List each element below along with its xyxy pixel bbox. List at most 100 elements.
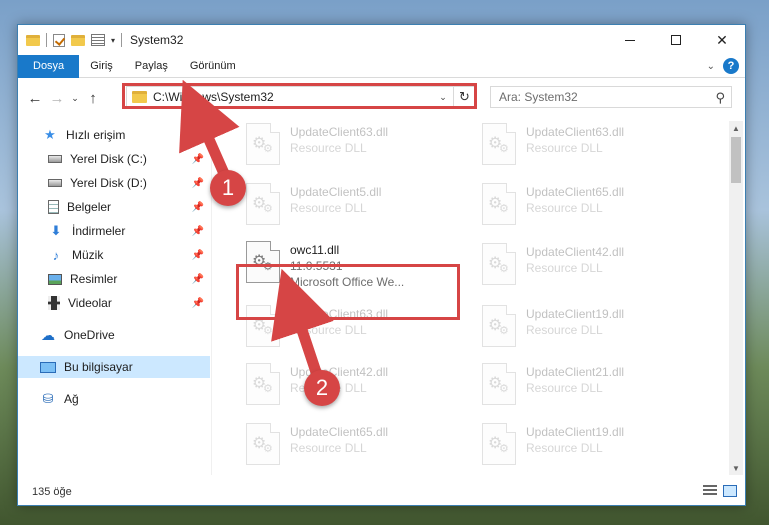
sidebar-item-pictures[interactable]: Resimler 📌 [18,268,210,290]
sidebar-item-label: Hızlı erişim [66,128,126,142]
file-item[interactable]: ⚙ ⚙ UpdateClient63.dll Resource DLL [476,123,701,171]
forward-button[interactable]: → [46,87,68,109]
sidebar-item-label: OneDrive [64,328,115,342]
file-type: Resource DLL [526,261,603,275]
tab-share[interactable]: Paylaş [124,55,179,78]
pin-icon[interactable]: 📌 [192,226,204,237]
sidebar-item-this-pc[interactable]: Bu bilgisayar [18,356,210,378]
dll-file-icon: ⚙ ⚙ [482,423,516,465]
file-item[interactable]: ⚙ ⚙ UpdateClient19.dll Resource DLL [476,423,701,471]
vertical-scrollbar[interactable]: ▲ ▼ [729,121,743,475]
dll-file-icon: ⚙ ⚙ [246,423,280,465]
details-view-icon[interactable] [703,485,717,497]
sidebar-item-documents[interactable]: Belgeler 📌 [18,196,210,218]
sidebar-item-downloads[interactable]: ⬇ İndirmeler 📌 [18,220,210,242]
gear-icon: ⚙ [263,203,273,215]
network-icon: ⛁ [42,391,54,406]
scroll-up-icon[interactable]: ▲ [729,121,743,135]
customize-toolbar-caret-icon[interactable]: ▾ [111,36,115,45]
sidebar-item-onedrive[interactable]: ☁ OneDrive [18,324,210,346]
minimize-button[interactable] [607,25,653,55]
search-icon[interactable]: ⚲ [715,90,725,106]
folder-icon [132,91,147,103]
tab-file[interactable]: Dosya [18,54,80,78]
address-dropdown-icon[interactable]: ⌄ [433,92,453,103]
step-badge-1: 1 [210,170,246,206]
refresh-button[interactable]: ↻ [453,87,475,107]
file-name: UpdateClient19.dll [526,307,625,321]
scroll-thumb[interactable] [731,137,741,183]
ribbon-tabs: Dosya Giriş Paylaş Görünüm ⌄ ? [18,54,745,78]
tab-home[interactable]: Giriş [79,55,124,78]
navigation-bar: ← → ⌄ ↑ C:\Windows\System32 ⌄ ↻ Ara: Sys… [18,78,745,118]
gear-icon: ⚙ [263,383,273,395]
toolbar-divider [121,33,123,47]
picture-icon [48,273,62,285]
pin-icon[interactable]: 📌 [192,202,204,213]
gear-icon: ⚙ [499,203,509,215]
file-item[interactable]: ⚙ ⚙ UpdateClient19.dll Resource DLL [476,305,701,353]
sidebar-item-label: Belgeler [67,200,112,214]
address-path[interactable]: C:\Windows\System32 [153,90,433,104]
file-name: UpdateClient21.dll [526,365,625,379]
new-folder-icon[interactable] [71,34,85,46]
sidebar-item-network[interactable]: ⛁ Ağ [18,388,210,410]
file-type: Resource DLL [526,201,603,215]
file-description: Microsoft Office We... [290,275,405,289]
pin-icon[interactable]: 📌 [192,250,204,261]
sidebar-item-disk-c[interactable]: Yerel Disk (C:) 📌 [18,148,210,170]
pin-icon[interactable]: 📌 [192,274,204,285]
file-item[interactable]: ⚙ ⚙ UpdateClient21.dll Resource DLL [476,363,701,411]
music-icon: ♪ [52,247,60,263]
file-item[interactable]: ⚙ ⚙ UpdateClient5.dll Resource DLL [240,183,465,231]
file-item[interactable]: ⚙⚙ UpdateClient42.dllResource DLL [476,243,701,291]
file-name: UpdateClient42.dll [526,245,625,259]
expand-ribbon-icon[interactable]: ⌄ [707,61,715,72]
sidebar-item-music[interactable]: ♪ Müzik 📌 [18,244,210,266]
navigation-pane: ★ Hızlı erişim Yerel Disk (C:) 📌 Yerel D… [18,118,212,475]
gear-icon: ⚙ [263,443,273,455]
step-badge-2: 2 [304,370,340,406]
file-item[interactable]: ⚙ ⚙ UpdateClient63.dll Resource DLL [240,123,465,171]
sidebar-item-label: Ağ [64,392,79,406]
file-item[interactable]: ⚙ ⚙ UpdateClient65.dll Resource DLL [476,183,701,231]
sidebar-item-disk-d[interactable]: Yerel Disk (D:) 📌 [18,172,210,194]
close-button[interactable]: ✕ [699,25,745,55]
dll-file-icon: ⚙ ⚙ [482,123,516,165]
properties-icon[interactable] [91,34,105,46]
pin-icon[interactable]: 📌 [192,298,204,309]
up-button[interactable]: ↑ [82,87,104,109]
dll-file-icon: ⚙ ⚙ [246,123,280,165]
file-item[interactable]: ⚙ ⚙ UpdateClient63.dll Resource DLL [240,305,465,353]
file-name: UpdateClient65.dll [290,425,389,439]
item-count: 135 öğe [32,486,72,498]
window-title: System32 [130,33,184,47]
maximize-button[interactable] [653,25,699,55]
file-item[interactable]: ⚙ ⚙ UpdateClient65.dll Resource DLL [240,423,465,471]
tiles-view-icon[interactable] [723,485,737,497]
sidebar-item-videos[interactable]: Videolar 📌 [18,292,210,314]
file-type: Resource DLL [290,201,367,215]
help-icon[interactable]: ? [723,58,739,74]
scroll-down-icon[interactable]: ▼ [729,461,743,475]
back-button[interactable]: ← [24,87,46,109]
pin-icon[interactable]: 📌 [192,178,204,189]
file-name: UpdateClient42.dll [290,365,389,379]
quick-access-toolbar: ▾ [18,33,123,47]
dll-file-icon: ⚙ ⚙ [246,183,280,225]
dll-file-icon: ⚙ ⚙ [482,305,516,347]
address-bar[interactable]: C:\Windows\System32 ⌄ ↻ [126,86,476,108]
file-item[interactable]: ⚙⚙ UpdateClient42.dllResource DLL [240,363,465,411]
gear-icon: ⚙ [263,261,273,273]
file-item-owc11[interactable]: ⚙ ⚙ owc11.dll 11.0.5531 Microsoft Office We… [240,241,465,297]
cloud-icon: ☁ [41,326,55,343]
dll-file-icon: ⚙ ⚙ [246,363,280,405]
recent-locations-button[interactable]: ⌄ [68,87,82,109]
sidebar-item-label: Yerel Disk (D:) [70,176,147,190]
tab-view[interactable]: Görünüm [179,55,247,78]
properties-check-icon[interactable] [53,33,65,47]
pin-icon[interactable]: 📌 [192,154,204,165]
sidebar-item-quick-access[interactable]: ★ Hızlı erişim [18,124,210,146]
folder-icon[interactable] [26,34,40,46]
search-input[interactable]: Ara: System32 ⚲ [490,86,732,108]
